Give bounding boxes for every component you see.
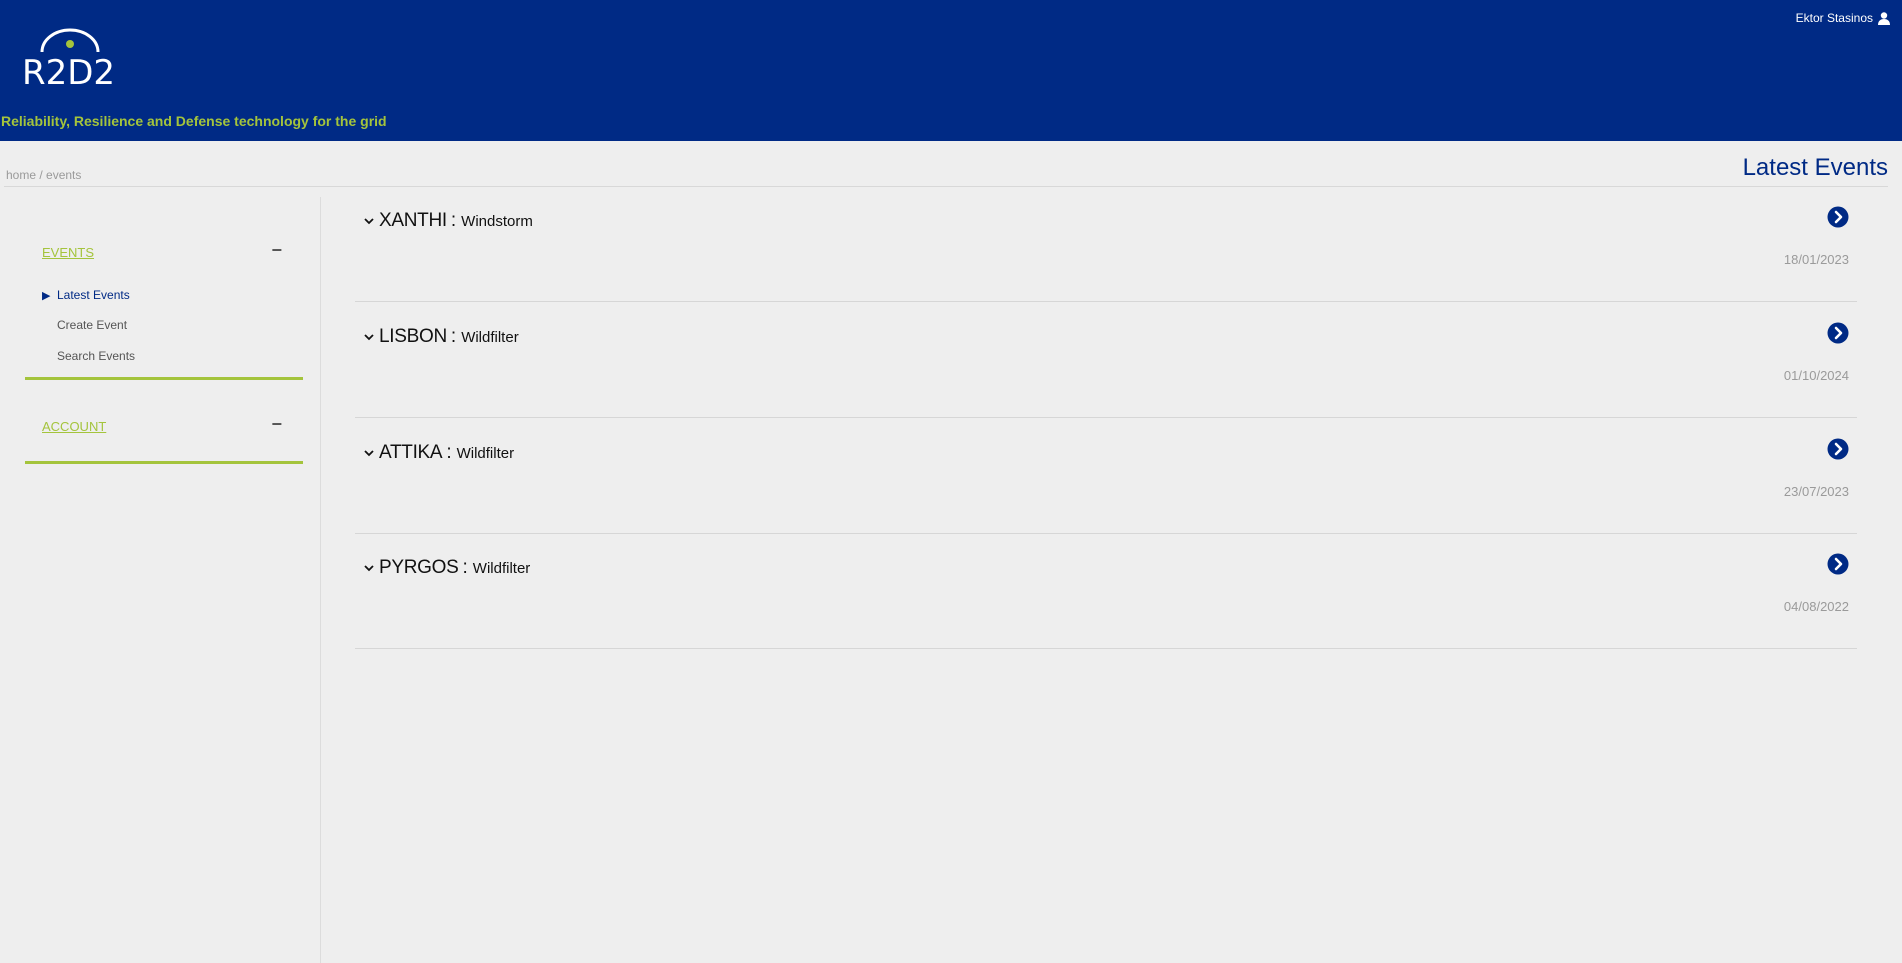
breadcrumb[interactable]: home / events: [6, 168, 81, 182]
event-separator: :: [450, 210, 457, 231]
sidebar-section-account: ACCOUNT −: [42, 414, 282, 438]
event-separator: :: [450, 326, 457, 347]
event-type: Wildfilter: [456, 445, 515, 462]
event-row[interactable]: LISBON : Wildfilter 01/10/2024: [355, 302, 1857, 418]
sidebar-item-create-event[interactable]: Create Event: [57, 318, 127, 332]
event-row[interactable]: PYRGOS : Wildfilter 04/08/2022: [355, 533, 1857, 649]
tagline: Reliability, Resilience and Defense tech…: [1, 113, 387, 129]
event-date: 04/08/2022: [1783, 599, 1849, 614]
user-menu[interactable]: Ektor Stasinos: [1796, 11, 1890, 25]
event-row[interactable]: ATTIKA : Wildfilter 23/07/2023: [355, 418, 1857, 534]
event-row[interactable]: XANTHI : Windstorm 18/01/2023: [355, 186, 1857, 302]
sidebar-item-latest-events[interactable]: Latest Events: [57, 288, 130, 302]
event-date: 23/07/2023: [1783, 484, 1849, 499]
event-title: ATTIKA : Wildfilter: [363, 442, 514, 464]
event-date: 01/10/2024: [1783, 368, 1849, 383]
chevron-down-icon[interactable]: [363, 447, 375, 459]
open-event-arrow-icon[interactable]: [1827, 206, 1849, 228]
open-event-arrow-icon[interactable]: [1827, 322, 1849, 344]
user-name: Ektor Stasinos: [1795, 11, 1873, 25]
top-header: R2D2 Reliability, Resilience and Defense…: [0, 0, 1902, 141]
event-city: ATTIKA: [379, 442, 443, 463]
event-type: Windstorm: [461, 213, 533, 230]
open-event-arrow-icon[interactable]: [1827, 553, 1849, 575]
event-separator: :: [446, 442, 452, 463]
logo-text: R2D2: [22, 53, 116, 93]
sidebar-section-events-label[interactable]: EVENTS: [42, 245, 94, 260]
events-section-divider: [25, 377, 303, 380]
chevron-down-icon[interactable]: [363, 215, 375, 227]
active-item-marker-icon: ▶: [42, 290, 51, 302]
event-city: LISBON: [379, 326, 447, 347]
sidebar-item-search-events[interactable]: Search Events: [57, 349, 135, 363]
event-type: Wildfilter: [461, 329, 519, 346]
collapse-events-button[interactable]: −: [271, 240, 282, 261]
page-title: Latest Events: [1742, 154, 1888, 181]
sidebar-border: [320, 197, 321, 963]
event-title: XANTHI : Windstorm: [363, 210, 533, 232]
event-date: 18/01/2023: [1783, 252, 1849, 267]
sidebar-section-account-label[interactable]: ACCOUNT: [42, 419, 106, 434]
event-city: XANTHI: [379, 210, 447, 231]
event-type: Wildfilter: [472, 560, 531, 577]
sidebar-section-events: EVENTS −: [42, 240, 282, 264]
chevron-down-icon[interactable]: [363, 562, 375, 574]
event-title: LISBON : Wildfilter: [363, 326, 519, 348]
collapse-account-button[interactable]: −: [271, 414, 282, 435]
chevron-down-icon[interactable]: [363, 331, 375, 343]
event-city: PYRGOS: [379, 557, 459, 578]
event-title: PYRGOS : Wildfilter: [363, 557, 530, 579]
user-icon: [1878, 11, 1890, 25]
event-separator: :: [462, 557, 468, 578]
open-event-arrow-icon[interactable]: [1827, 438, 1849, 460]
account-section-divider: [25, 461, 303, 464]
r2d2-logo[interactable]: R2D2: [22, 26, 122, 96]
